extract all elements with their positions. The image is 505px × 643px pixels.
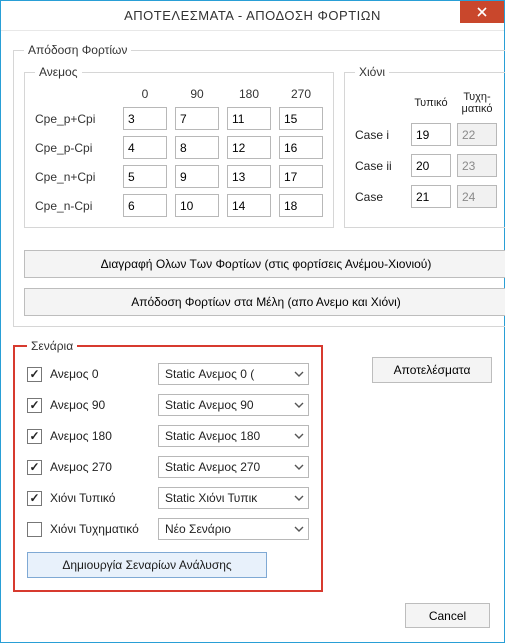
scenario-label: Χιόνι Τυπικό [50, 491, 150, 505]
scenario-select-text: Static Ανεμος 90 [165, 398, 290, 412]
chioni-acc-input [457, 185, 497, 208]
anemos-input[interactable] [123, 194, 167, 217]
scenario-select[interactable]: Static Ανεμος 180 [158, 425, 309, 447]
scenario-label: Ανεμος 270 [50, 460, 150, 474]
chioni-acc-input [457, 123, 497, 146]
anemos-group: Ανεμος 0 90 180 270 Cpe_p+Cpi Cpe_p-Cpi [24, 65, 334, 228]
chioni-row-label: Case ii [355, 159, 405, 173]
chioni-row-label: Case i [355, 128, 405, 142]
anemos-grid: 0 90 180 270 Cpe_p+Cpi Cpe_p-Cpi [35, 87, 323, 217]
anemos-input[interactable] [279, 107, 323, 130]
anemos-input[interactable] [227, 136, 271, 159]
scenario-row: Ανεμος 90 Static Ανεμος 90 [27, 394, 309, 416]
anemos-legend: Ανεμος [35, 65, 82, 79]
chioni-group: Χιόνι Τυπικό Τυχη- ματικό Case i Case ii… [344, 65, 505, 228]
chevron-down-icon [290, 495, 308, 501]
chioni-col-acc: Τυχη- ματικό [457, 91, 497, 115]
scenario-select-text: Static Ανεμος 270 [165, 460, 290, 474]
anemos-input[interactable] [227, 107, 271, 130]
window-title: ΑΠΟΤΕΛΕΣΜΑΤΑ - ΑΠΟΔΟΣΗ ΦΟΡΤΙΩΝ [124, 8, 381, 23]
scenario-select-text: Static Ανεμος 180 [165, 429, 290, 443]
chioni-grid: Τυπικό Τυχη- ματικό Case i Case ii Case [355, 87, 497, 208]
chioni-row-label: Case [355, 190, 405, 204]
anemos-input[interactable] [123, 107, 167, 130]
chevron-down-icon [290, 371, 308, 377]
anemos-input[interactable] [123, 136, 167, 159]
chioni-legend: Χιόνι [355, 65, 389, 79]
apodosi-legend: Απόδοση Φορτίων [24, 43, 131, 57]
chevron-down-icon [290, 464, 308, 470]
anemos-input[interactable] [123, 165, 167, 188]
anemos-row-label: Cpe_n+Cpi [35, 170, 115, 184]
chioni-acc-input [457, 154, 497, 177]
scenario-row: Ανεμος 270 Static Ανεμος 270 [27, 456, 309, 478]
scenario-select[interactable]: Static Χιόνι Τυπικ [158, 487, 309, 509]
anemos-input[interactable] [279, 136, 323, 159]
scenaria-legend: Σενάρια [27, 339, 77, 353]
scenario-row: Χιόνι Τυπικό Static Χιόνι Τυπικ [27, 487, 309, 509]
anemos-input[interactable] [175, 165, 219, 188]
scenario-row: Χιόνι Τυχηματικό Νέο Σενάριο [27, 518, 309, 540]
chevron-down-icon [290, 526, 308, 532]
scenario-select[interactable]: Νέο Σενάριο [158, 518, 309, 540]
results-button[interactable]: Αποτελέσματα [372, 357, 492, 383]
scenario-checkbox[interactable] [27, 522, 42, 537]
scenario-select[interactable]: Static Ανεμος 270 [158, 456, 309, 478]
anemos-input[interactable] [227, 194, 271, 217]
anemos-input[interactable] [279, 194, 323, 217]
scenario-checkbox[interactable] [27, 491, 42, 506]
anemos-row-label: Cpe_p+Cpi [35, 112, 115, 126]
anemos-row-label: Cpe_p-Cpi [35, 141, 115, 155]
scenario-select-text: Static Χιόνι Τυπικ [165, 491, 290, 505]
anemos-col-0: 0 [123, 87, 167, 101]
chioni-col-typ: Τυπικό [411, 97, 451, 109]
scenario-label: Ανεμος 90 [50, 398, 150, 412]
anemos-input[interactable] [175, 194, 219, 217]
close-button[interactable] [460, 1, 504, 23]
apodosi-group: Απόδοση Φορτίων Ανεμος 0 90 180 270 Cpe_… [13, 43, 505, 327]
scenario-label: Χιόνι Τυχηματικό [50, 522, 150, 536]
anemos-col-3: 270 [279, 87, 323, 101]
scenario-row: Ανεμος 0 Static Ανεμος 0 ( [27, 363, 309, 385]
scenario-checkbox[interactable] [27, 367, 42, 382]
anemos-row-label: Cpe_n-Cpi [35, 199, 115, 213]
scenaria-group: Σενάρια Ανεμος 0Static Ανεμος 0 (Ανεμος … [13, 339, 323, 592]
chevron-down-icon [290, 402, 308, 408]
chioni-typ-input[interactable] [411, 123, 451, 146]
anemos-col-2: 180 [227, 87, 271, 101]
scenario-select[interactable]: Static Ανεμος 90 [158, 394, 309, 416]
create-scenarios-button[interactable]: Δημιουργία Σεναρίων Ανάλυσης [27, 552, 267, 578]
chioni-typ-input[interactable] [411, 154, 451, 177]
anemos-input[interactable] [175, 136, 219, 159]
anemos-input[interactable] [279, 165, 323, 188]
scenario-label: Ανεμος 0 [50, 367, 150, 381]
scenario-checkbox[interactable] [27, 460, 42, 475]
scenario-label: Ανεμος 180 [50, 429, 150, 443]
close-icon [477, 7, 487, 17]
apply-loads-button[interactable]: Απόδοση Φορτίων στα Μέλη (απο Ανεμο και … [24, 288, 505, 316]
delete-all-button[interactable]: Διαγραφή Ολων Των Φορτίων (στις φορτίσει… [24, 250, 505, 278]
cancel-button[interactable]: Cancel [405, 603, 490, 628]
scenario-row: Ανεμος 180 Static Ανεμος 180 [27, 425, 309, 447]
scenario-checkbox[interactable] [27, 398, 42, 413]
anemos-input[interactable] [227, 165, 271, 188]
scenario-checkbox[interactable] [27, 429, 42, 444]
chevron-down-icon [290, 433, 308, 439]
scenario-select[interactable]: Static Ανεμος 0 ( [158, 363, 309, 385]
anemos-col-1: 90 [175, 87, 219, 101]
chioni-typ-input[interactable] [411, 185, 451, 208]
anemos-input[interactable] [175, 107, 219, 130]
scenario-select-text: Static Ανεμος 0 ( [165, 367, 290, 381]
scenario-select-text: Νέο Σενάριο [165, 522, 290, 536]
